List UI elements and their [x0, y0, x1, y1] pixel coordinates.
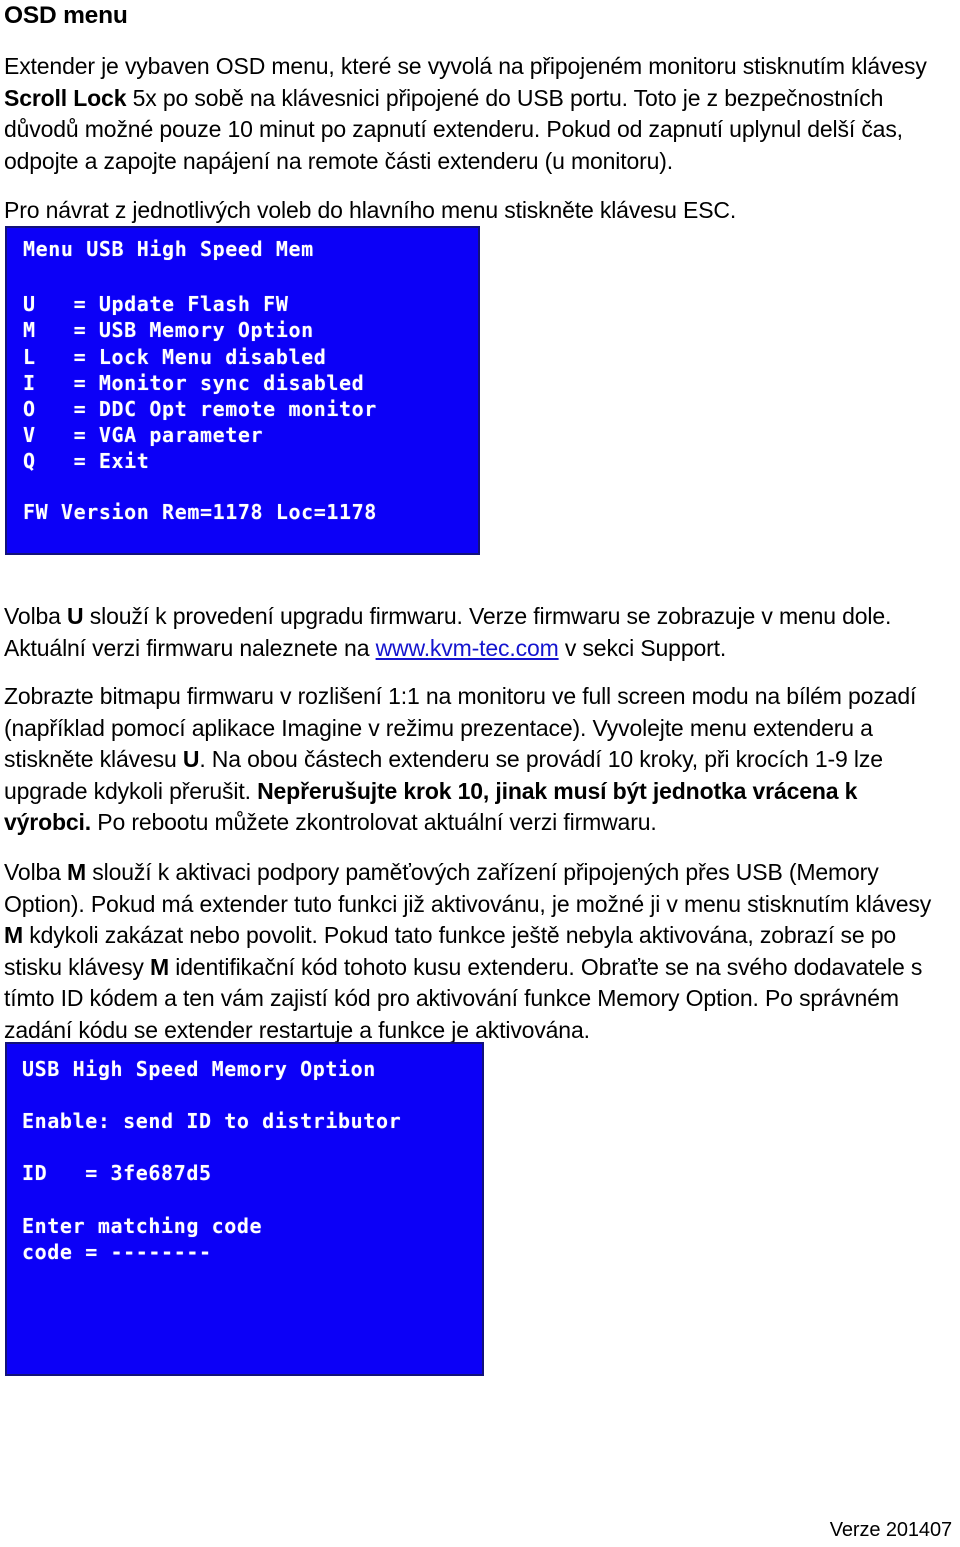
osd-menu-item-update-flash-fw: U = Update Flash FW [23, 292, 289, 316]
kvm-tec-website-link[interactable]: www.kvm-tec.com [376, 635, 559, 661]
volba-u-text-1: Volba [4, 603, 68, 629]
paragraph-volba-u: Volba U slouží k provedení upgradu firmw… [4, 601, 950, 664]
osd-main-menu-title: Menu USB High Speed Mem [23, 237, 314, 261]
osd-menu-item-lock-menu: L = Lock Menu disabled [23, 345, 327, 369]
volba-u-bold-key: U [67, 603, 84, 629]
osd-menu-item-usb-memory-option: M = USB Memory Option [23, 318, 314, 342]
osd-memory-enable-instruction: Enable: send ID to distributor [22, 1109, 402, 1133]
paragraph-intro: Extender je vybaven OSD menu, které se v… [4, 51, 956, 177]
osd-memory-option-title: USB High Speed Memory Option [22, 1057, 376, 1081]
osd-main-menu-screenshot: Menu USB High Speed Mem U = Update Flash… [5, 226, 480, 555]
volba-u-text-3: v sekci Support. [558, 634, 727, 661]
intro-text-2: 5x po sobě na klávesnici připojené do US… [4, 84, 903, 174]
volba-m-bold-key-1: M [67, 859, 87, 885]
volba-m-bold-key-2: M [4, 922, 24, 948]
osd-memory-option-screenshot: USB High Speed Memory Option Enable: sen… [5, 1042, 484, 1376]
bitmap-bold-key-u: U [182, 746, 200, 772]
osd-memory-id-value: ID = 3fe687d5 [22, 1161, 212, 1185]
intro-bold-scroll-lock: Scroll Lock [4, 84, 127, 111]
volba-m-text-2: slouží k aktivaci podpory paměťových zař… [4, 859, 932, 917]
osd-menu-item-monitor-sync: I = Monitor sync disabled [23, 371, 365, 395]
osd-menu-item-exit: Q = Exit [23, 449, 150, 473]
volba-m-text-1: Volba [4, 859, 68, 885]
paragraph-bitmap-upgrade: Zobrazte bitmapu firmwaru v rozlišení 1:… [4, 681, 950, 839]
osd-menu-item-vga-parameter: V = VGA parameter [23, 423, 264, 447]
page-title: OSD menu [4, 2, 128, 29]
osd-firmware-version: FW Version Rem=1178 Loc=1178 [23, 500, 377, 524]
osd-memory-code-field: code = -------- [22, 1240, 212, 1264]
document-page: OSD menu Extender je vybaven OSD menu, k… [0, 0, 960, 1547]
volba-m-bold-key-3: M [150, 953, 170, 980]
paragraph-esc-hint: Pro návrat z jednotlivých voleb do hlavn… [4, 197, 737, 223]
footer-version: Verze 201407 [829, 1519, 952, 1541]
osd-memory-enter-code-label: Enter matching code [22, 1214, 263, 1238]
intro-text-1: Extender je vybaven OSD menu, které se v… [4, 53, 927, 79]
osd-menu-item-ddc-opt: O = DDC Opt remote monitor [23, 397, 377, 421]
paragraph-volba-m: Volba M slouží k aktivaci podpory paměťo… [4, 857, 950, 1046]
bitmap-text-3: Po rebootu můžete zkontrolovat aktuální … [91, 809, 657, 835]
